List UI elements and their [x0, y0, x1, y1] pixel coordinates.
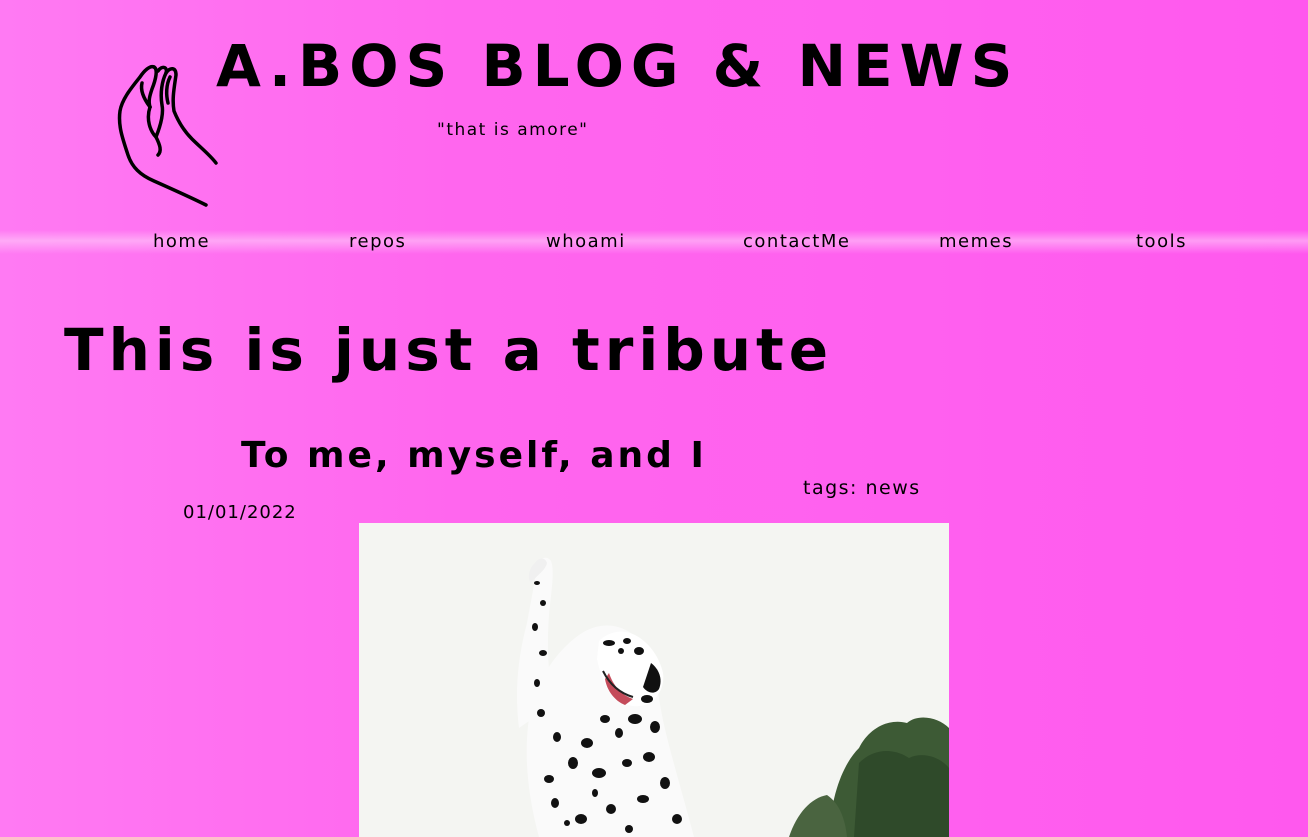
post-date: 01/01/2022 — [183, 502, 297, 523]
nav-item-repos[interactable]: repos — [349, 230, 406, 254]
post-tags[interactable]: tags: news — [803, 477, 921, 499]
post-subtitle: To me, myself, and I — [241, 435, 707, 476]
site-tagline: "that is amore" — [437, 120, 589, 140]
site-title: A.BOS BLOG & NEWS — [216, 32, 1020, 100]
page: A.BOS BLOG & NEWS "that is amore" home r… — [0, 0, 1308, 837]
italian-hand-gesture-icon — [110, 55, 225, 210]
post-title: This is just a tribute — [64, 316, 834, 384]
nav-item-memes[interactable]: memes — [939, 230, 1013, 254]
post-image-dalmatian — [359, 523, 949, 837]
nav-item-whoami[interactable]: whoami — [546, 230, 626, 254]
main-nav: home repos whoami contactMe memes tools — [0, 230, 1308, 254]
nav-item-contactme[interactable]: contactMe — [743, 230, 850, 254]
nav-item-home[interactable]: home — [153, 230, 210, 254]
nav-item-tools[interactable]: tools — [1136, 230, 1187, 254]
